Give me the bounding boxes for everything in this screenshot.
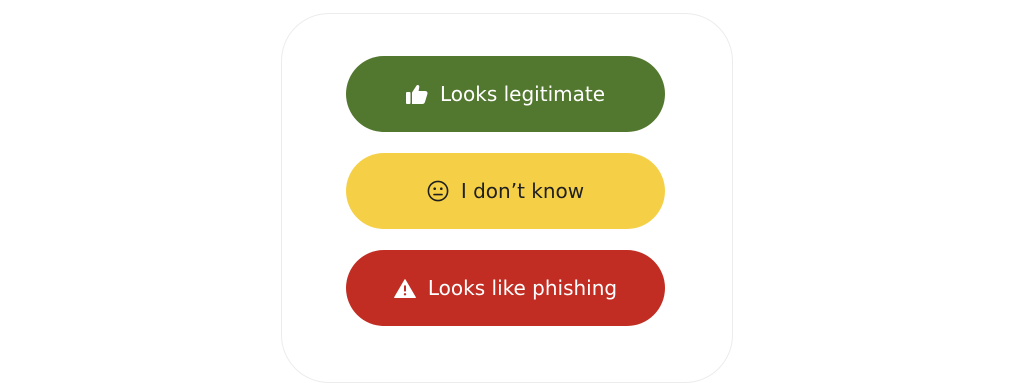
warning-icon bbox=[393, 278, 416, 298]
looks-like-phishing-button[interactable]: Looks like phishing bbox=[346, 250, 665, 326]
dont-know-button[interactable]: I don’t know bbox=[346, 153, 665, 229]
looks-legitimate-button[interactable]: Looks legitimate bbox=[346, 56, 665, 132]
neutral-face-icon bbox=[427, 180, 449, 202]
thumbs-up-icon bbox=[405, 84, 428, 104]
looks-like-phishing-label: Looks like phishing bbox=[427, 276, 618, 300]
dont-know-label: I don’t know bbox=[460, 179, 585, 203]
looks-legitimate-label: Looks legitimate bbox=[439, 82, 606, 106]
